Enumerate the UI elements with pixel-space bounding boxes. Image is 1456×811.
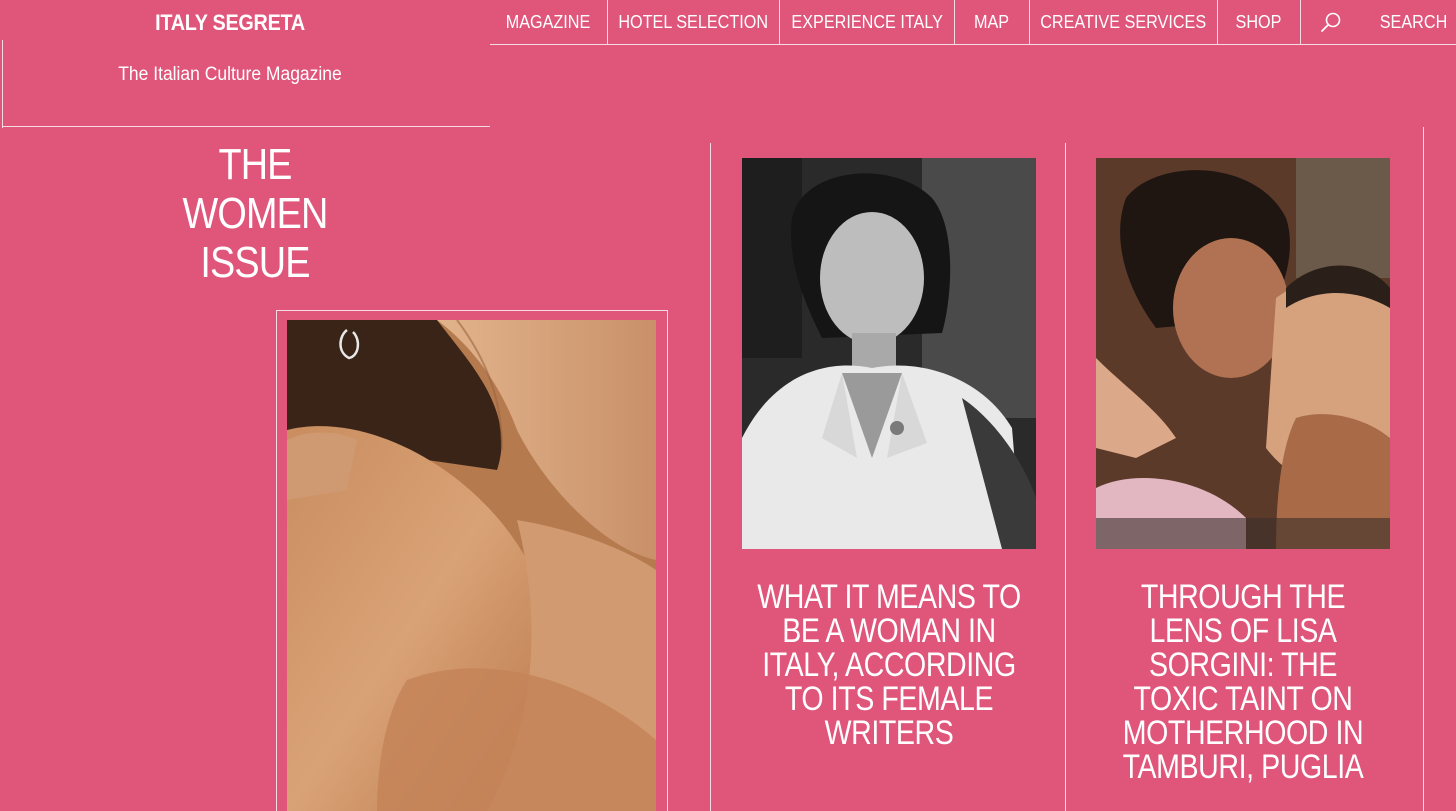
card-title[interactable]: THROUGH THE LENS OF LISA SORGINI: THE TO… — [1084, 580, 1402, 784]
feature-frame-left — [276, 310, 277, 811]
column-divider — [1065, 143, 1066, 811]
main-nav: MAGAZINE HOTEL SELECTION EXPERIENCE ITAL… — [490, 0, 1456, 44]
column-divider — [1423, 127, 1424, 811]
card-image[interactable] — [742, 158, 1036, 549]
site-logo[interactable]: ITALY SEGRETA — [23, 10, 437, 36]
feature-frame-right — [667, 310, 668, 811]
card-image[interactable] — [1096, 158, 1390, 549]
nav-divider — [1300, 0, 1301, 44]
page: ITALY SEGRETA The Italian Culture Magazi… — [0, 0, 1456, 811]
feature-frame-top — [276, 310, 668, 311]
search-icon[interactable] — [1316, 0, 1346, 44]
issue-title[interactable]: THE WOMEN ISSUE — [150, 140, 360, 287]
nav-item-shop[interactable]: SHOP — [1218, 0, 1300, 44]
column-divider — [710, 143, 711, 811]
nav-item-hotel-selection[interactable]: HOTEL SELECTION — [608, 0, 779, 44]
nav-item-experience-italy[interactable]: EXPERIENCE ITALY — [780, 0, 954, 44]
nav-item-map[interactable]: MAP — [955, 0, 1029, 44]
brand-bottom-rule — [2, 126, 490, 127]
nav-item-creative-services[interactable]: CREATIVE SERVICES — [1030, 0, 1217, 44]
feature-image[interactable] — [287, 320, 656, 811]
card-title[interactable]: WHAT IT MEANS TO BE A WOMAN IN ITALY, AC… — [730, 580, 1048, 750]
brand-left-rule — [2, 40, 3, 128]
nav-bottom-rule — [490, 44, 1456, 45]
site-tagline: The Italian Culture Magazine — [118, 64, 342, 85]
search-button[interactable]: SEARCH — [1372, 0, 1456, 44]
nav-item-magazine[interactable]: MAGAZINE — [490, 0, 607, 44]
